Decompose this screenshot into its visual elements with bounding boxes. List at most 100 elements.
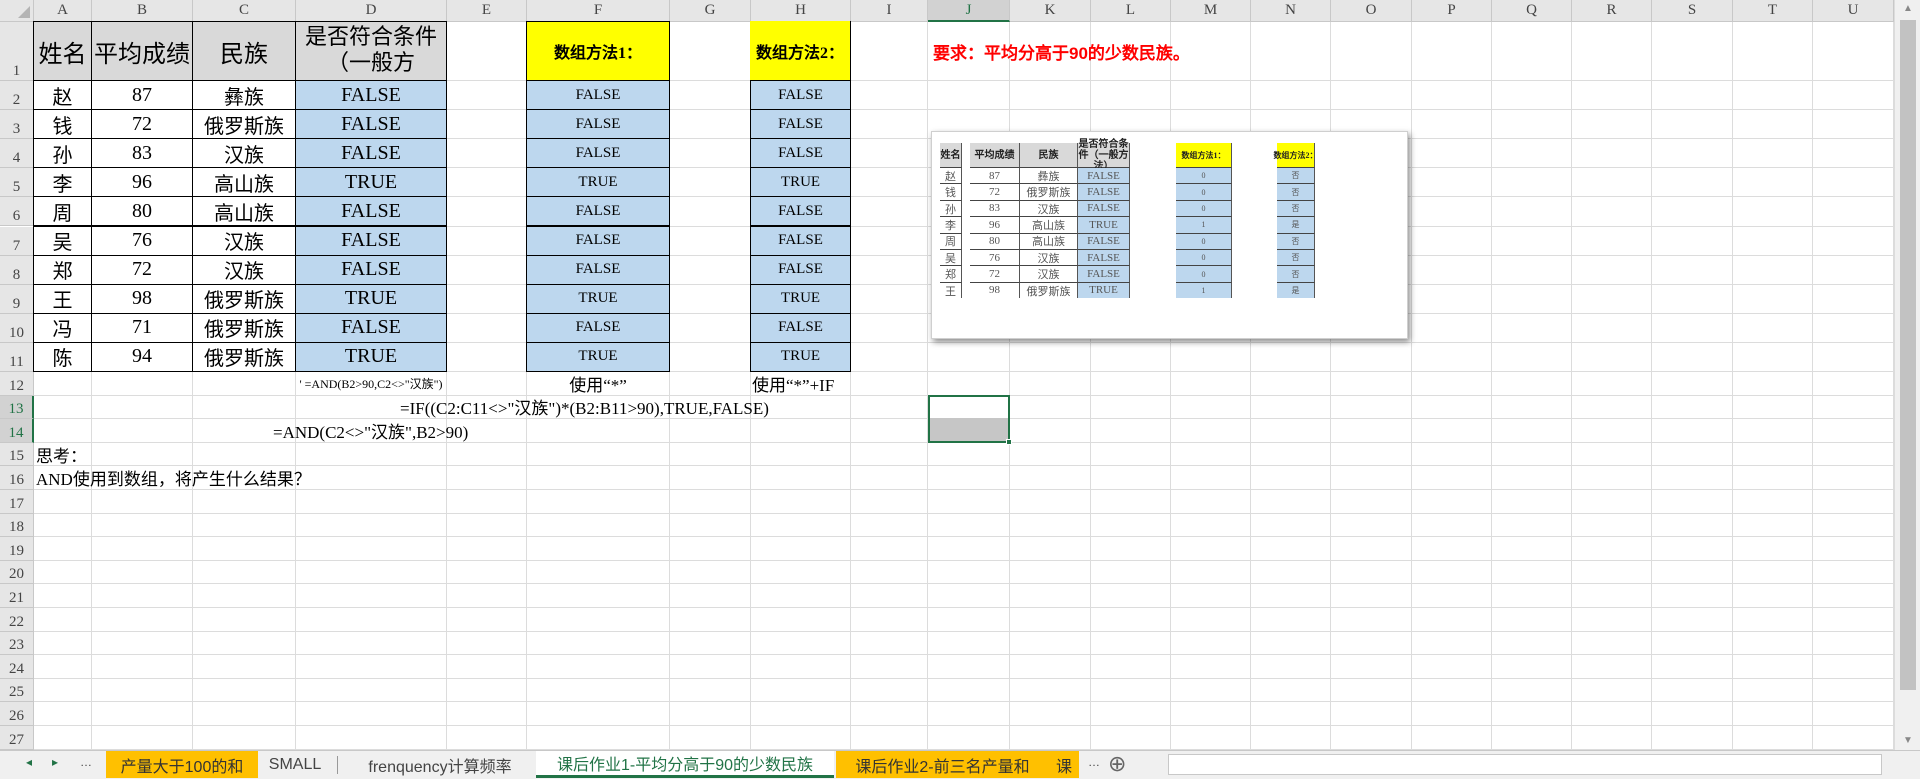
cell-condition[interactable]: FALSE	[295, 138, 447, 169]
row-header-15[interactable]: 15	[0, 442, 34, 467]
cell-ethnic[interactable]: 俄罗斯族	[192, 283, 296, 314]
horizontal-scrollbar[interactable]	[1168, 754, 1882, 775]
column-header-M[interactable]: M	[1171, 0, 1251, 22]
cell-score[interactable]: 98	[91, 283, 193, 314]
cell-name[interactable]: 钱	[33, 109, 92, 140]
cell-ethnic[interactable]: 俄罗斯族	[192, 312, 296, 343]
cell-method2[interactable]: TRUE	[750, 283, 851, 314]
requirement-text[interactable]: 要求：平均分高于90的少数民族。	[927, 21, 1327, 81]
column-header-O[interactable]: O	[1331, 0, 1412, 22]
sheet-tab-5[interactable]: 课后作业2-前三名产量和	[836, 751, 1049, 778]
cell-name[interactable]: 郑	[33, 254, 92, 285]
cell-method1[interactable]: FALSE	[526, 196, 670, 227]
cell-method1[interactable]: FALSE	[526, 312, 670, 343]
column-header-C[interactable]: C	[193, 0, 296, 22]
cell-name[interactable]: 周	[33, 196, 92, 227]
note-and-formula[interactable]: ' =AND(B2>90,C2<>"汉族")	[295, 371, 447, 396]
cell-method1[interactable]: FALSE	[526, 254, 670, 285]
fill-handle[interactable]	[1006, 439, 1012, 445]
tab-more-right[interactable]: …	[1088, 755, 1100, 769]
cell-name[interactable]: 李	[33, 167, 92, 198]
column-header-R[interactable]: R	[1572, 0, 1652, 22]
cell-ethnic[interactable]: 汉族	[192, 138, 296, 169]
worksheet-grid[interactable]: A B C D E F G H I J K L M N O P Q R S T U 1 2 3 4 5 6 7 8 9 10 11 12 13 14…	[0, 0, 1894, 750]
column-header-G[interactable]: G	[670, 0, 751, 22]
cell-score[interactable]: 72	[91, 109, 193, 140]
cell-condition[interactable]: FALSE	[295, 225, 447, 256]
cell-condition[interactable]: FALSE	[295, 254, 447, 285]
scrollbar-thumb[interactable]	[1900, 20, 1916, 690]
cell-condition[interactable]: TRUE	[295, 341, 447, 372]
cell-condition[interactable]: FALSE	[295, 196, 447, 227]
row-header-19[interactable]: 19	[0, 537, 34, 561]
cell-method1[interactable]: FALSE	[526, 80, 670, 111]
sheet-tab-3[interactable]: frenquency计算频率	[347, 751, 533, 778]
cell-score[interactable]: 94	[91, 341, 193, 372]
cell-name[interactable]: 孙	[33, 138, 92, 169]
row-header-22[interactable]: 22	[0, 608, 34, 632]
row-header-24[interactable]: 24	[0, 655, 34, 679]
cell-name[interactable]: 赵	[33, 80, 92, 111]
row-header-16[interactable]: 16	[0, 466, 34, 490]
column-header-D[interactable]: D	[296, 0, 447, 22]
cell-method2[interactable]: FALSE	[750, 225, 851, 256]
sheet-tab-4[interactable]: 课后作业1-平均分高于90的少数民族	[536, 751, 834, 778]
column-header-I[interactable]: I	[851, 0, 928, 22]
select-all-button[interactable]	[0, 0, 34, 22]
embedded-table-picture[interactable]: 姓名 平均成绩 民族 是否符合条件（一般方法） 数组方法1： 数组方法2：赵 87 彝族 FAL…	[931, 131, 1408, 339]
cell-condition[interactable]: TRUE	[295, 283, 447, 314]
column-header-J[interactable]: J	[928, 0, 1010, 22]
cell-ethnic[interactable]: 俄罗斯族	[192, 109, 296, 140]
header-condition[interactable]: 是否符合条件（一般方	[295, 21, 447, 81]
cell-name[interactable]: 陈	[33, 341, 92, 372]
row-header-8[interactable]: 8	[0, 255, 34, 285]
cell-method2[interactable]: TRUE	[750, 167, 851, 198]
header-method1[interactable]: 数组方法1：	[526, 21, 670, 81]
column-header-A[interactable]: A	[34, 0, 92, 22]
column-header-N[interactable]: N	[1251, 0, 1331, 22]
cell-method2[interactable]: FALSE	[750, 138, 851, 169]
row-header-27[interactable]: 27	[0, 726, 34, 750]
cell-method2[interactable]: FALSE	[750, 254, 851, 285]
header-method2[interactable]: 数组方法2：	[750, 21, 851, 81]
row-header-9[interactable]: 9	[0, 284, 34, 314]
selected-range-J13-J14[interactable]	[928, 395, 1012, 445]
cell-condition[interactable]: FALSE	[295, 109, 447, 140]
column-header-S[interactable]: S	[1652, 0, 1733, 22]
column-header-B[interactable]: B	[92, 0, 193, 22]
cell-ethnic[interactable]: 彝族	[192, 80, 296, 111]
sheet-tab-2[interactable]: SMALL	[259, 751, 331, 778]
header-score[interactable]: 平均成绩	[91, 21, 193, 81]
cell-name[interactable]: 冯	[33, 312, 92, 343]
cell-method2[interactable]: FALSE	[750, 196, 851, 227]
column-header-E[interactable]: E	[447, 0, 527, 22]
column-header-K[interactable]: K	[1010, 0, 1091, 22]
cell-method1[interactable]: FALSE	[526, 225, 670, 256]
cell-method1[interactable]: FALSE	[526, 138, 670, 169]
row-header-1[interactable]: 1	[0, 22, 34, 81]
cell-condition[interactable]: TRUE	[295, 167, 447, 198]
cell-name[interactable]: 吴	[33, 225, 92, 256]
row-header-13[interactable]: 13	[0, 395, 34, 420]
tab-next-icon[interactable]: ▸	[52, 755, 58, 769]
row-header-23[interactable]: 23	[0, 631, 34, 656]
note-use-star-if[interactable]: 使用“*”+IF	[750, 371, 851, 396]
row-header-11[interactable]: 11	[0, 342, 34, 372]
cell-method2[interactable]: FALSE	[750, 312, 851, 343]
column-header-P[interactable]: P	[1412, 0, 1492, 22]
row-header-7[interactable]: 7	[0, 226, 34, 256]
add-sheet-button[interactable]: ⊕	[1108, 751, 1126, 777]
cell-score[interactable]: 72	[91, 254, 193, 285]
row-header-14[interactable]: 14	[0, 419, 34, 443]
cell-score[interactable]: 80	[91, 196, 193, 227]
tab-prev-icon[interactable]: ◂	[26, 755, 32, 769]
column-header-U[interactable]: U	[1813, 0, 1894, 22]
scroll-down-icon[interactable]: ▼	[1895, 732, 1920, 750]
cell-score[interactable]: 76	[91, 225, 193, 256]
cell-ethnic[interactable]: 汉族	[192, 225, 296, 256]
cell-score[interactable]: 71	[91, 312, 193, 343]
row-header-6[interactable]: 6	[0, 197, 34, 227]
row-header-17[interactable]: 17	[0, 490, 34, 514]
column-header-Q[interactable]: Q	[1492, 0, 1572, 22]
row-header-3[interactable]: 3	[0, 110, 34, 140]
